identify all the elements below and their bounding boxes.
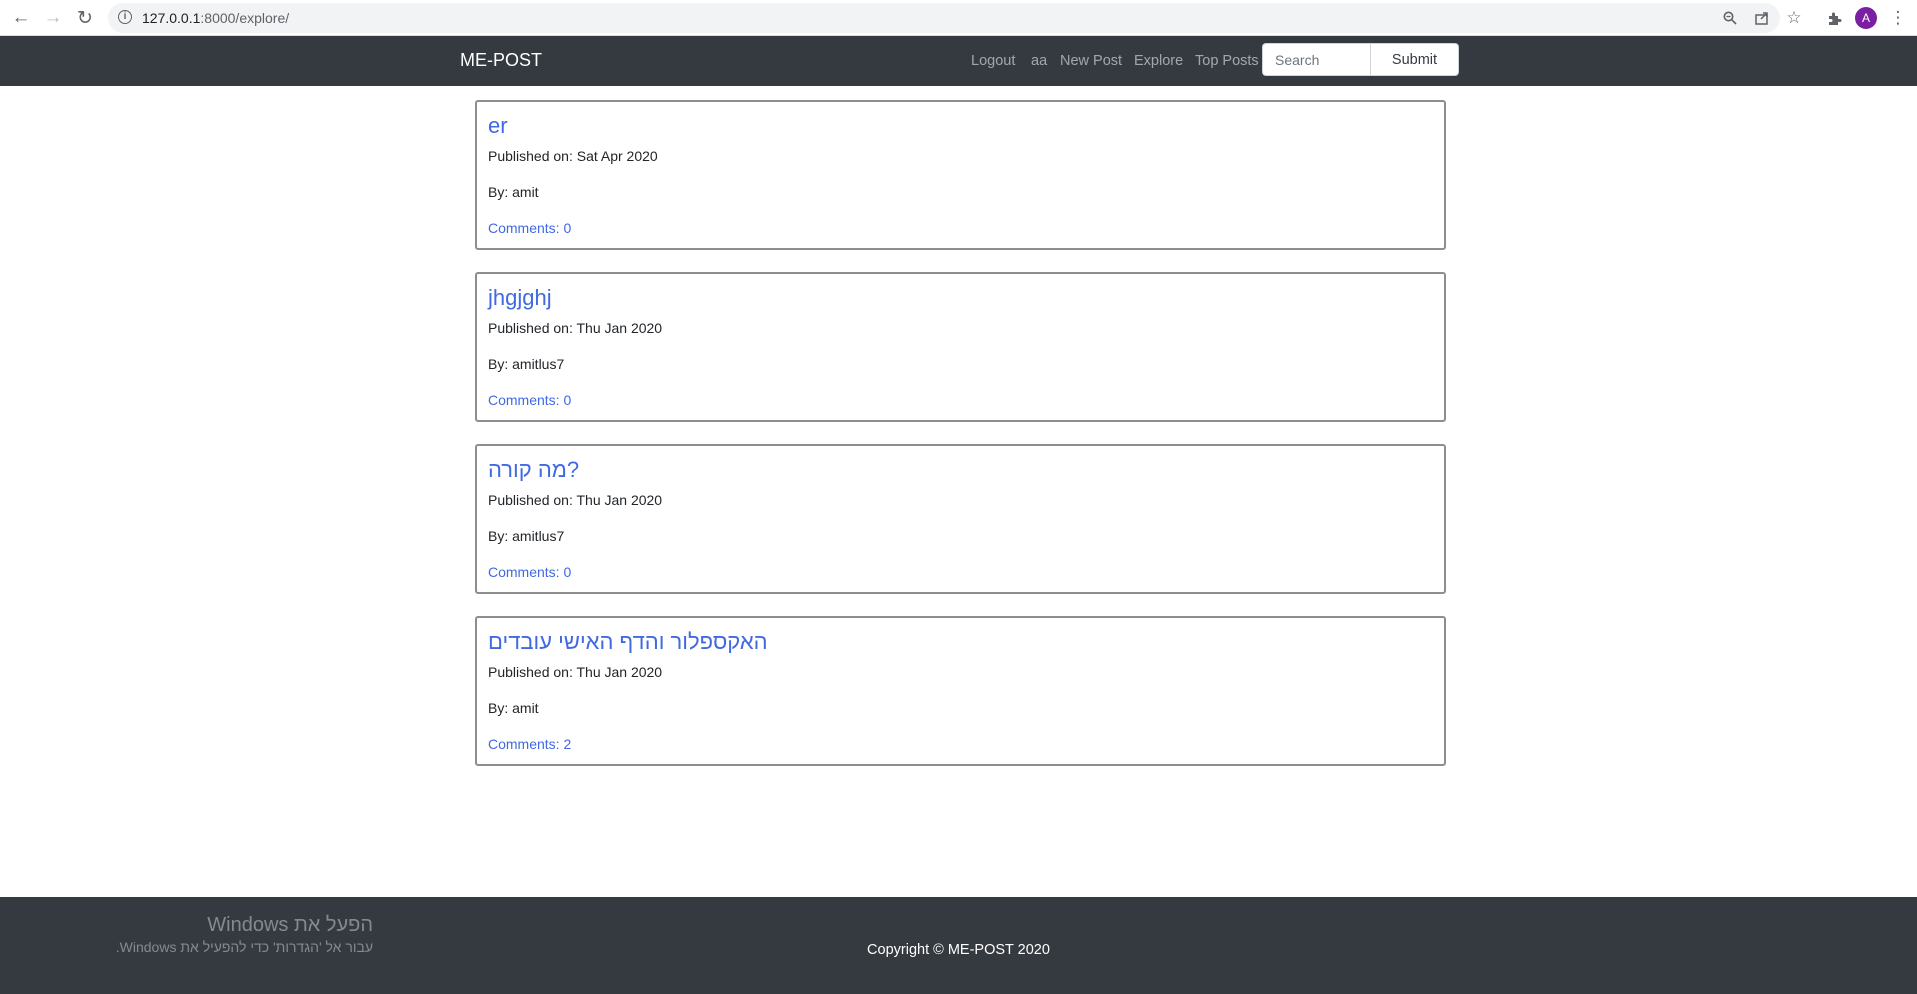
url-path: :8000/explore/: [200, 10, 290, 26]
search-input[interactable]: [1262, 43, 1370, 76]
url-text[interactable]: 127.0.0.1:8000/explore/: [142, 10, 289, 26]
post-author: By: amitlus7: [488, 356, 565, 372]
post-title-link[interactable]: האקספלור והדף האישי עובדים: [488, 628, 1433, 656]
search-submit-button[interactable]: Submit: [1370, 43, 1459, 76]
post-published-date: Published on: Sat Apr 2020: [488, 148, 658, 164]
post-comments-link[interactable]: Comments: 0: [488, 220, 1433, 236]
address-bar[interactable]: i 127.0.0.1:8000/explore/: [108, 3, 1780, 33]
nav-link-explore[interactable]: Explore: [1134, 53, 1183, 69]
post-title-link[interactable]: מה קורה?: [488, 456, 1433, 484]
post-published-date: Published on: Thu Jan 2020: [488, 492, 663, 508]
extensions-icon[interactable]: [1822, 6, 1846, 30]
post-card: האקספלור והדף האישי עובדים Published on:…: [475, 616, 1446, 766]
posts-list: er Published on: Sat Apr 2020 By: amit C…: [475, 100, 1446, 788]
post-card: jhgjghj Published on: Thu Jan 2020 By: a…: [475, 272, 1446, 422]
site-navbar: ME-POST Logout aa New Post Explore Top P…: [0, 36, 1917, 86]
reload-icon[interactable]: ↻: [73, 6, 97, 30]
back-arrow-icon[interactable]: ←: [9, 6, 33, 30]
copyright-text: Copyright © ME-POST 2020: [867, 942, 1050, 958]
nav-link-logout[interactable]: Logout: [971, 53, 1015, 69]
post-comments-link[interactable]: Comments: 0: [488, 392, 1433, 408]
zoom-icon[interactable]: [1720, 8, 1740, 28]
nav-links: Logout aa New Post Explore Top Posts: [0, 53, 1917, 73]
post-title-link[interactable]: er: [488, 112, 1433, 140]
nav-link-profile[interactable]: aa: [1031, 53, 1047, 69]
menu-kebab-icon[interactable]: ⋮: [1886, 6, 1910, 30]
post-published-date: Published on: Thu Jan 2020: [488, 664, 663, 680]
post-card: מה קורה? Published on: Thu Jan 2020 By: …: [475, 444, 1446, 594]
post-published-date: Published on: Thu Jan 2020: [488, 320, 663, 336]
url-host: 127.0.0.1: [142, 10, 201, 26]
site-info-icon[interactable]: i: [118, 10, 132, 24]
profile-avatar[interactable]: A: [1855, 7, 1877, 29]
site-footer: הפעל את Windows עבור אל 'הגדרות' כדי להפ…: [0, 897, 1917, 994]
browser-toolbar: ← → ↻ i 127.0.0.1:8000/explore/ ☆ A ⋮: [0, 0, 1917, 36]
post-comments-link[interactable]: Comments: 0: [488, 564, 1433, 580]
post-author: By: amit: [488, 184, 539, 200]
post-comments-link[interactable]: Comments: 2: [488, 736, 1433, 752]
watermark-title: הפעל את Windows: [207, 914, 373, 936]
post-card: er Published on: Sat Apr 2020 By: amit C…: [475, 100, 1446, 250]
post-author: By: amit: [488, 700, 539, 716]
share-icon[interactable]: [1752, 8, 1772, 28]
forward-arrow-icon[interactable]: →: [41, 6, 65, 30]
post-author: By: amitlus7: [488, 528, 565, 544]
post-title-link[interactable]: jhgjghj: [488, 284, 1433, 312]
nav-link-top-posts[interactable]: Top Posts: [1195, 53, 1259, 69]
bookmark-star-icon[interactable]: ☆: [1782, 6, 1806, 30]
nav-link-new-post[interactable]: New Post: [1060, 53, 1122, 69]
